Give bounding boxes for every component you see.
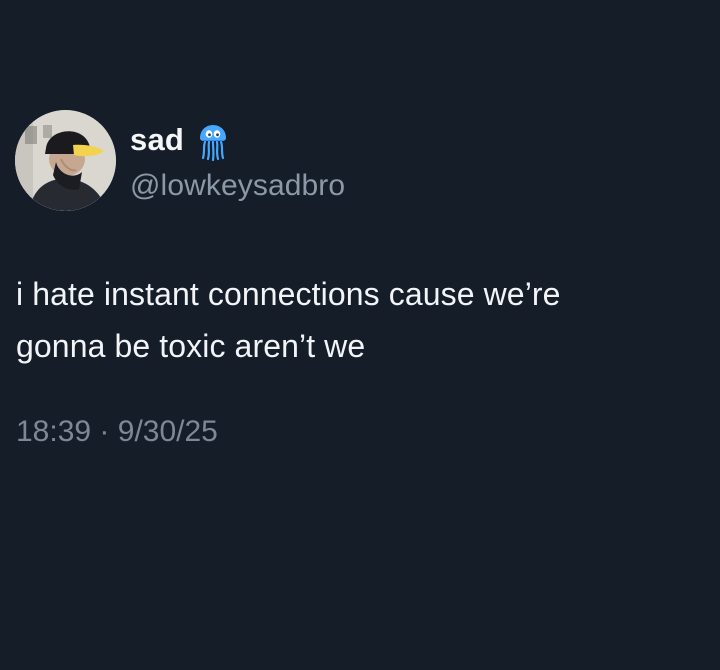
display-name[interactable]: sad	[130, 119, 184, 161]
tweet-card: sad @lowkeysadbro i hate instant connect…	[0, 0, 720, 670]
jellyfish-icon	[198, 123, 228, 162]
timestamp-separator: ·	[99, 415, 110, 448]
author-handle[interactable]: @lowkeysadbro	[130, 165, 345, 207]
tweet-date: 9/30/25	[117, 415, 218, 448]
avatar-photo	[15, 110, 116, 211]
tweet-timestamp: 18:39 · 9/30/25	[16, 410, 218, 454]
display-name-row: sad	[130, 119, 345, 162]
tweet-text-line: i hate instant connections cause we’re	[16, 276, 561, 312]
tweet-text-line: gonna be toxic aren’t we	[16, 328, 366, 364]
tweet-text: i hate instant connections cause we’re g…	[16, 268, 706, 372]
author-avatar[interactable]	[15, 110, 116, 211]
tweet-time: 18:39	[16, 415, 92, 448]
author-block: sad @lowkeysadbro	[130, 119, 345, 207]
